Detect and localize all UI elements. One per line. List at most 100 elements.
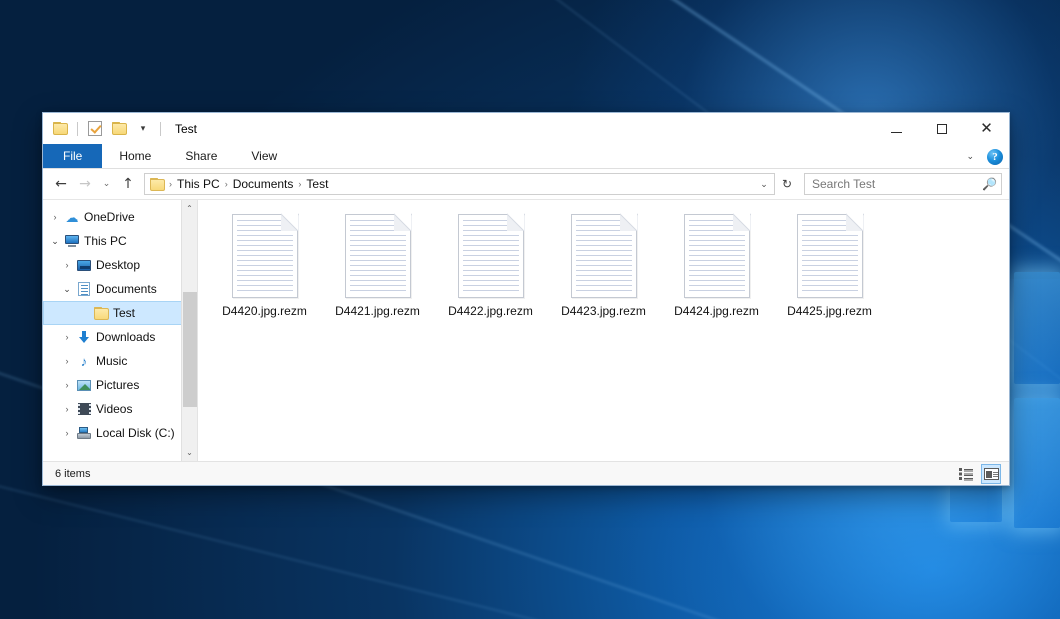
desktop-icon	[75, 260, 93, 271]
customize-quick-access-chevron-icon[interactable]: ▾	[133, 119, 153, 139]
sidebar-item-onedrive[interactable]: › ☁ OneDrive	[43, 205, 197, 229]
generic-document-icon	[684, 214, 750, 298]
tab-share[interactable]: Share	[168, 144, 234, 168]
file-item[interactable]: D4424.jpg.rezm	[660, 210, 773, 324]
chevron-right-icon[interactable]: ›	[59, 428, 75, 438]
chevron-right-icon[interactable]: ›	[59, 380, 75, 390]
documents-icon	[75, 282, 93, 296]
tab-view[interactable]: View	[234, 144, 294, 168]
breadcrumb[interactable]: › This PC › Documents › Test ⌄	[144, 173, 775, 195]
tab-home[interactable]: Home	[102, 144, 168, 168]
sidebar-item-label: OneDrive	[81, 210, 135, 224]
windows-logo-pane	[1014, 272, 1060, 384]
chevron-right-icon[interactable]: ›	[59, 404, 75, 414]
view-mode-buttons	[956, 464, 1001, 484]
breadcrumb-folder-icon	[149, 178, 168, 191]
breadcrumb-item-documents[interactable]: Documents	[229, 177, 298, 191]
file-list-pane[interactable]: D4420.jpg.rezm D4421.jpg.rezm	[198, 200, 1009, 461]
scroll-down-icon[interactable]: ⌄	[182, 444, 198, 461]
search-input[interactable]: Search Test 🔍	[804, 173, 1002, 195]
title-bar: ▾ Test ✕	[43, 113, 1009, 144]
properties-checkbox-icon[interactable]	[85, 119, 105, 139]
file-grid: D4420.jpg.rezm D4421.jpg.rezm	[198, 200, 1009, 324]
cloud-icon: ☁	[63, 211, 81, 224]
chevron-down-icon[interactable]: ⌄	[47, 236, 63, 247]
pictures-icon	[75, 380, 93, 391]
address-dropdown-chevron-down-icon[interactable]: ⌄	[756, 179, 772, 190]
minimize-button[interactable]	[874, 113, 919, 144]
large-icons-view-icon[interactable]	[981, 464, 1001, 484]
chevron-right-icon[interactable]: ›	[59, 332, 75, 342]
expand-ribbon-chevron-down-icon[interactable]: ⌄	[961, 151, 979, 162]
chevron-right-icon[interactable]: ›	[59, 356, 75, 366]
file-item[interactable]: D4420.jpg.rezm	[208, 210, 321, 324]
disk-icon	[75, 427, 93, 439]
sidebar-item-videos[interactable]: › Videos	[43, 397, 197, 421]
help-icon[interactable]: ?	[987, 149, 1003, 165]
windows-logo-pane	[1014, 398, 1060, 528]
chevron-right-icon[interactable]: ›	[47, 212, 63, 222]
sidebar-item-label: Test	[110, 306, 135, 320]
tab-file[interactable]: File	[43, 144, 102, 168]
new-folder-icon[interactable]	[109, 119, 129, 139]
file-item[interactable]: D4422.jpg.rezm	[434, 210, 547, 324]
folder-tree: › ☁ OneDrive ⌄ This PC › Des	[43, 200, 197, 445]
breadcrumb-items: › This PC › Documents › Test	[149, 177, 756, 191]
navigation-pane-scrollbar[interactable]: ⌃ ⌄	[181, 200, 197, 461]
sidebar-item-label: Documents	[93, 282, 157, 296]
sidebar-item-label: Downloads	[93, 330, 155, 344]
music-icon: ♪	[75, 355, 93, 368]
generic-document-icon	[458, 214, 524, 298]
sidebar-item-this-pc[interactable]: ⌄ This PC	[43, 229, 197, 253]
up-button[interactable]: ↑	[117, 173, 139, 195]
sidebar-item-downloads[interactable]: › Downloads	[43, 325, 197, 349]
file-item[interactable]: D4425.jpg.rezm	[773, 210, 886, 324]
file-explorer-window: ▾ Test ✕ File Home Share	[42, 112, 1010, 486]
tab-file-label: File	[63, 149, 82, 163]
item-count-label: 6 items	[49, 468, 90, 480]
desktop-background: ▾ Test ✕ File Home Share	[0, 0, 1060, 619]
scrollbar-thumb[interactable]	[183, 292, 197, 407]
file-name-label: D4421.jpg.rezm	[335, 304, 420, 318]
file-item[interactable]: D4421.jpg.rezm	[321, 210, 434, 324]
forward-button[interactable]: →	[74, 173, 96, 195]
toolbar-separator	[77, 122, 78, 136]
breadcrumb-item-this-pc[interactable]: This PC	[173, 177, 224, 191]
chevron-right-icon[interactable]: ›	[59, 260, 75, 270]
search-icon: 🔍	[982, 177, 997, 191]
tab-home-label: Home	[119, 149, 151, 163]
toolbar-separator	[160, 122, 161, 136]
folder-icon	[92, 307, 110, 320]
breadcrumb-item-test[interactable]: Test	[302, 177, 332, 191]
ribbon-tab-bar: File Home Share View ⌄ ?	[43, 144, 1009, 169]
pc-icon	[63, 235, 81, 247]
sidebar-item-documents[interactable]: ⌄ Documents	[43, 277, 197, 301]
sidebar-item-music[interactable]: › ♪ Music	[43, 349, 197, 373]
sidebar-item-pictures[interactable]: › Pictures	[43, 373, 197, 397]
back-button[interactable]: ←	[50, 173, 72, 195]
refresh-icon[interactable]: ↻	[777, 177, 797, 191]
window-controls: ✕	[874, 113, 1009, 144]
chevron-down-icon[interactable]: ⌄	[59, 284, 75, 295]
quick-access-toolbar: ▾ Test	[43, 113, 197, 144]
generic-document-icon	[571, 214, 637, 298]
folder-icon[interactable]	[50, 119, 70, 139]
sidebar-item-desktop[interactable]: › Desktop	[43, 253, 197, 277]
status-bar: 6 items	[43, 461, 1009, 485]
sidebar-item-label: This PC	[81, 234, 127, 248]
scroll-up-icon[interactable]: ⌃	[182, 200, 198, 217]
maximize-button[interactable]	[919, 113, 964, 144]
downloads-icon	[75, 331, 93, 344]
scrollbar-track[interactable]	[182, 217, 198, 444]
recent-locations-chevron-down-icon[interactable]: ⌄	[98, 173, 115, 195]
close-button[interactable]: ✕	[964, 113, 1009, 144]
file-name-label: D4420.jpg.rezm	[222, 304, 307, 318]
generic-document-icon	[797, 214, 863, 298]
sidebar-item-label: Music	[93, 354, 127, 368]
file-item[interactable]: D4423.jpg.rezm	[547, 210, 660, 324]
videos-icon	[75, 403, 93, 415]
sidebar-item-test[interactable]: Test	[43, 301, 197, 325]
sidebar-item-local-disk-c[interactable]: › Local Disk (C:)	[43, 421, 197, 445]
file-name-label: D4425.jpg.rezm	[787, 304, 872, 318]
details-view-icon[interactable]	[956, 464, 976, 484]
